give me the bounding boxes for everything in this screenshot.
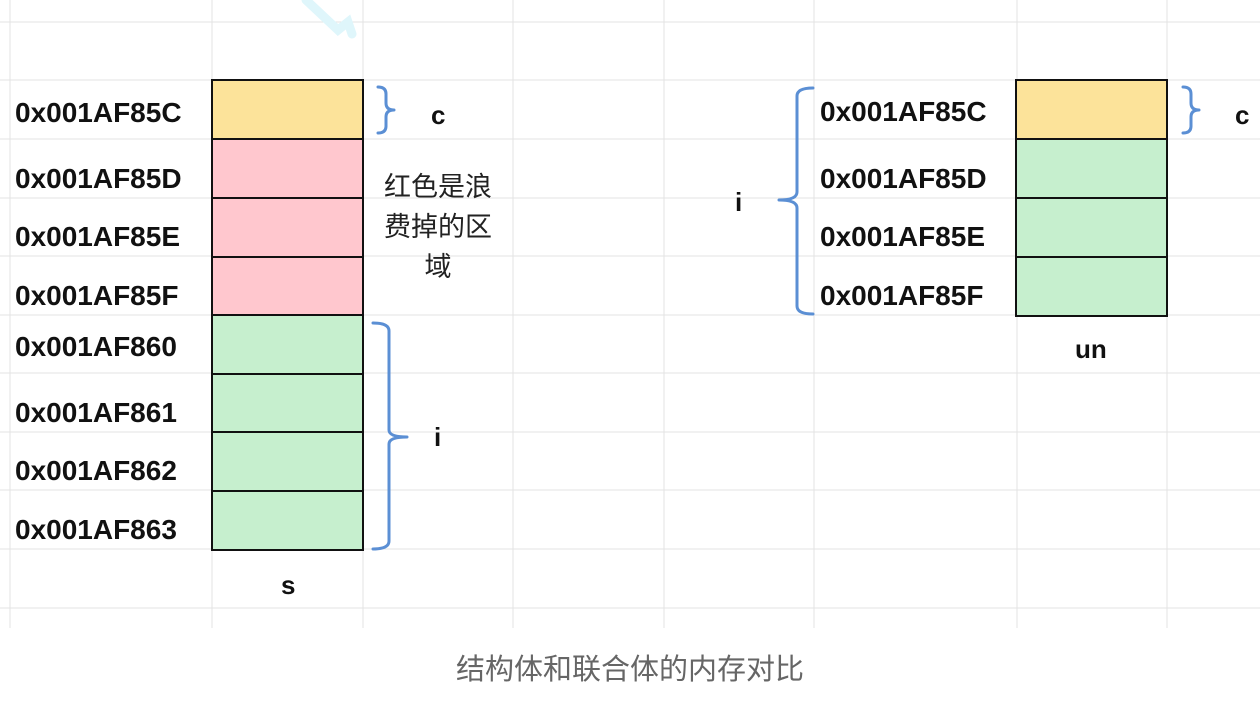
union-label-i: i [735,187,743,217]
union-brace-i [777,86,815,316]
figure-caption: 结构体和联合体的内存对比 [455,652,804,686]
union-label-c: c [1235,100,1250,130]
union-name-un: un [1075,334,1107,364]
